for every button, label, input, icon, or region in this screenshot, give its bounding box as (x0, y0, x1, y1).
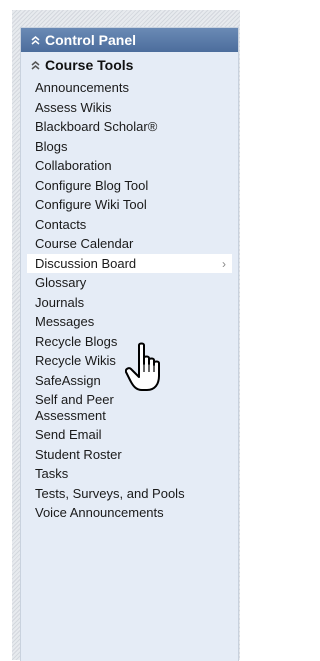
hand-pointer-icon (125, 342, 160, 391)
menu-item-blogs[interactable]: Blogs (21, 137, 238, 157)
menu-item-journals[interactable]: Journals (21, 293, 238, 313)
menu-item-announcements[interactable]: Announcements (21, 78, 238, 98)
chevron-right-icon: › (222, 256, 226, 271)
control-panel-header[interactable]: Control Panel (21, 28, 238, 52)
menu-item-send-email[interactable]: Send Email (21, 425, 238, 445)
menu-item-glossary[interactable]: Glossary (21, 273, 238, 293)
menu-item-tasks[interactable]: Tasks (21, 464, 238, 484)
menu-item-collaboration[interactable]: Collaboration (21, 156, 238, 176)
menu-item-configure-blog-tool[interactable]: Configure Blog Tool (21, 176, 238, 196)
course-tools-header[interactable]: Course Tools (21, 52, 238, 78)
course-tools-title: Course Tools (45, 57, 134, 73)
menu-item-blackboard-scholar[interactable]: Blackboard Scholar® (21, 117, 238, 137)
menu-item-configure-wiki-tool[interactable]: Configure Wiki Tool (21, 195, 238, 215)
menu-item-voice-announcements[interactable]: Voice Announcements (21, 503, 238, 523)
menu-item-contacts[interactable]: Contacts (21, 215, 238, 235)
control-panel-title: Control Panel (45, 32, 137, 48)
menu-item-assess-wikis[interactable]: Assess Wikis (21, 98, 238, 118)
menu-item-tests-surveys-and-pools[interactable]: Tests, Surveys, and Pools (21, 484, 193, 504)
chevron-up-icon (31, 35, 40, 45)
menu-item-course-calendar[interactable]: Course Calendar (21, 234, 238, 254)
menu-item-messages[interactable]: Messages (21, 312, 238, 332)
menu-item-student-roster[interactable]: Student Roster (21, 445, 238, 465)
menu-item-self-and-peer-assessment[interactable]: Self and Peer Assessment (21, 390, 193, 425)
chevron-up-icon (31, 60, 40, 70)
course-tools-menu: Announcements Assess Wikis Blackboard Sc… (21, 78, 238, 523)
menu-item-discussion-board[interactable]: Discussion Board › (27, 253, 232, 273)
